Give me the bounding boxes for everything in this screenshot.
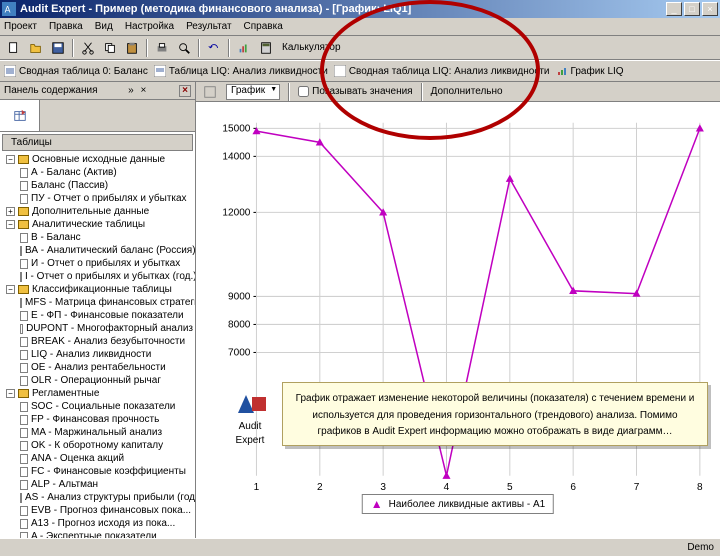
callout-text: График отражает изменение некоторой вели… — [296, 393, 695, 437]
chart-plot[interactable]: 7000 8000 9000 12000 14000 15000 1 2 3 4 5 6 7 8 ▲Наи… — [196, 102, 720, 538]
tree-item[interactable]: LIQ - Анализ ликвидности — [2, 348, 193, 361]
tree-item[interactable]: ANA - Оценка акций — [2, 452, 193, 465]
tree-item[interactable]: OE - Анализ рентабельности — [2, 361, 193, 374]
titlebar: A Audit Expert - Пример (методика финанс… — [0, 0, 720, 18]
tree-item[interactable]: OLR - Операционный рычаг — [2, 374, 193, 387]
tree-item[interactable]: I - Отчет о прибылях и убытках (год.) — [2, 270, 193, 283]
new-button[interactable] — [4, 38, 24, 58]
additional-label[interactable]: Дополнительно — [431, 86, 503, 97]
window-title: Audit Expert - Пример (методика финансов… — [20, 3, 666, 15]
statusbar: Demo — [0, 538, 720, 556]
svg-text:1: 1 — [254, 482, 260, 493]
svg-text:2: 2 — [317, 482, 323, 493]
tree-item[interactable]: Баланс (Пассив) — [2, 179, 193, 192]
audit-expert-logo: Audit Expert — [225, 389, 275, 429]
demo-label: Demo — [687, 542, 714, 553]
chart-toolbar: График Показывать значения Дополнительно — [196, 82, 720, 102]
tree-item[interactable]: MA - Маржинальный анализ — [2, 426, 193, 439]
svg-text:15000: 15000 — [222, 123, 250, 134]
svg-text:7: 7 — [634, 482, 640, 493]
save-button[interactable] — [48, 38, 68, 58]
svg-text:3: 3 — [380, 482, 386, 493]
svg-text:8: 8 — [697, 482, 703, 493]
menu-help[interactable]: Справка — [244, 21, 283, 32]
tree-item[interactable]: SOC - Социальные показатели — [2, 400, 193, 413]
svg-text:14000: 14000 — [222, 151, 250, 162]
help-callout: Audit Expert График отражает изменение н… — [282, 382, 708, 446]
maximize-button[interactable]: □ — [684, 2, 700, 16]
app-icon: A — [2, 2, 16, 16]
main-toolbar: Калькулятор — [0, 36, 720, 60]
menu-project[interactable]: Проект — [4, 21, 37, 32]
tree-item[interactable]: EVB - Прогноз финансовых пока... — [2, 504, 193, 517]
tree-group[interactable]: +Дополнительные данные — [2, 205, 193, 218]
tree-item[interactable]: DUPONT - Многофакторный анализ — [2, 322, 193, 335]
menubar: Проект Правка Вид Настройка Результат Сп… — [0, 18, 720, 36]
svg-text:6: 6 — [570, 482, 576, 493]
tree-item[interactable]: BREAK - Анализ безубыточности — [2, 335, 193, 348]
tree-item[interactable]: FP - Финансовая прочность — [2, 413, 193, 426]
tree-item[interactable]: Е - ФП - Финансовые показатели — [2, 309, 193, 322]
undo-button[interactable] — [204, 38, 224, 58]
tree-item[interactable]: MFS - Матрица финансовых стратегий — [2, 296, 193, 309]
side-tab-tables[interactable] — [0, 100, 40, 131]
minimize-button[interactable]: _ — [666, 2, 682, 16]
tree-item[interactable]: ПУ - Отчет о прибылях и убытках — [2, 192, 193, 205]
side-panel: Панель содержания » × × Таблицы −Основны… — [0, 82, 196, 538]
document-tabs: Сводная таблица 0: Баланс Таблица LIQ: А… — [0, 60, 720, 82]
chart-tool-1[interactable] — [200, 82, 220, 102]
paste-button[interactable] — [122, 38, 142, 58]
svg-text:5: 5 — [507, 482, 513, 493]
tree-item[interactable]: OK - К оборотному капиталу — [2, 439, 193, 452]
tab-balance[interactable]: Сводная таблица 0: Баланс — [4, 65, 148, 77]
svg-text:A: A — [5, 5, 11, 15]
tree-item[interactable]: ВА - Аналитический баланс (Россия) — [2, 244, 193, 257]
svg-text:7000: 7000 — [228, 347, 251, 358]
menu-result[interactable]: Результат — [186, 21, 231, 32]
tab-liq-table[interactable]: Таблица LIQ: Анализ ликвидности — [154, 65, 328, 77]
tree-group[interactable]: −Основные исходные данные — [2, 153, 193, 166]
chart-legend: ▲Наиболее ликвидные активы - А1 — [362, 494, 554, 514]
chart-area: График Показывать значения Дополнительно… — [196, 82, 720, 538]
print-button[interactable] — [152, 38, 172, 58]
calculator-label: Калькулятор — [282, 42, 341, 53]
tab-liq-summary[interactable]: Сводная таблица LIQ: Анализ ликвидности — [334, 65, 550, 77]
copy-button[interactable] — [100, 38, 120, 58]
tree-group[interactable]: −Аналитические таблицы — [2, 218, 193, 231]
tree-item[interactable]: FC - Финансовые коэффициенты — [2, 465, 193, 478]
side-panel-title: Панель содержания — [4, 85, 98, 96]
tree-item[interactable]: В - Баланс — [2, 231, 193, 244]
svg-text:8000: 8000 — [228, 319, 251, 330]
open-button[interactable] — [26, 38, 46, 58]
svg-text:12000: 12000 — [222, 207, 250, 218]
close-button[interactable]: × — [702, 2, 718, 16]
chart-button[interactable] — [234, 38, 254, 58]
tab-liq-chart[interactable]: График LIQ — [556, 65, 624, 77]
menu-edit[interactable]: Правка — [49, 21, 83, 32]
tree-item[interactable]: A - Экспертные показатели — [2, 530, 193, 538]
cut-button[interactable] — [78, 38, 98, 58]
chart-type-dropdown[interactable]: График — [226, 84, 280, 100]
tree-item[interactable]: И - Отчет о прибылях и убытках — [2, 257, 193, 270]
svg-text:9000: 9000 — [228, 291, 251, 302]
preview-button[interactable] — [174, 38, 194, 58]
tree-view[interactable]: Таблицы −Основные исходные данныеА - Бал… — [0, 132, 195, 538]
menu-view[interactable]: Вид — [95, 21, 113, 32]
side-panel-close[interactable]: × — [179, 85, 191, 97]
tree-group[interactable]: −Классификационные таблицы — [2, 283, 193, 296]
tree-item[interactable]: A13 - Прогноз исходя из пока... — [2, 517, 193, 530]
show-values-checkbox[interactable]: Показывать значения — [298, 86, 412, 97]
tree-group[interactable]: −Регламентные — [2, 387, 193, 400]
tree-header: Таблицы — [2, 134, 193, 151]
menu-settings[interactable]: Настройка — [125, 21, 174, 32]
calculator-icon[interactable] — [256, 38, 276, 58]
svg-text:4: 4 — [444, 482, 450, 493]
tree-item[interactable]: ALP - Альтман — [2, 478, 193, 491]
tree-item[interactable]: AS - Анализ структуры прибыли (год.) — [2, 491, 193, 504]
tree-item[interactable]: А - Баланс (Актив) — [2, 166, 193, 179]
